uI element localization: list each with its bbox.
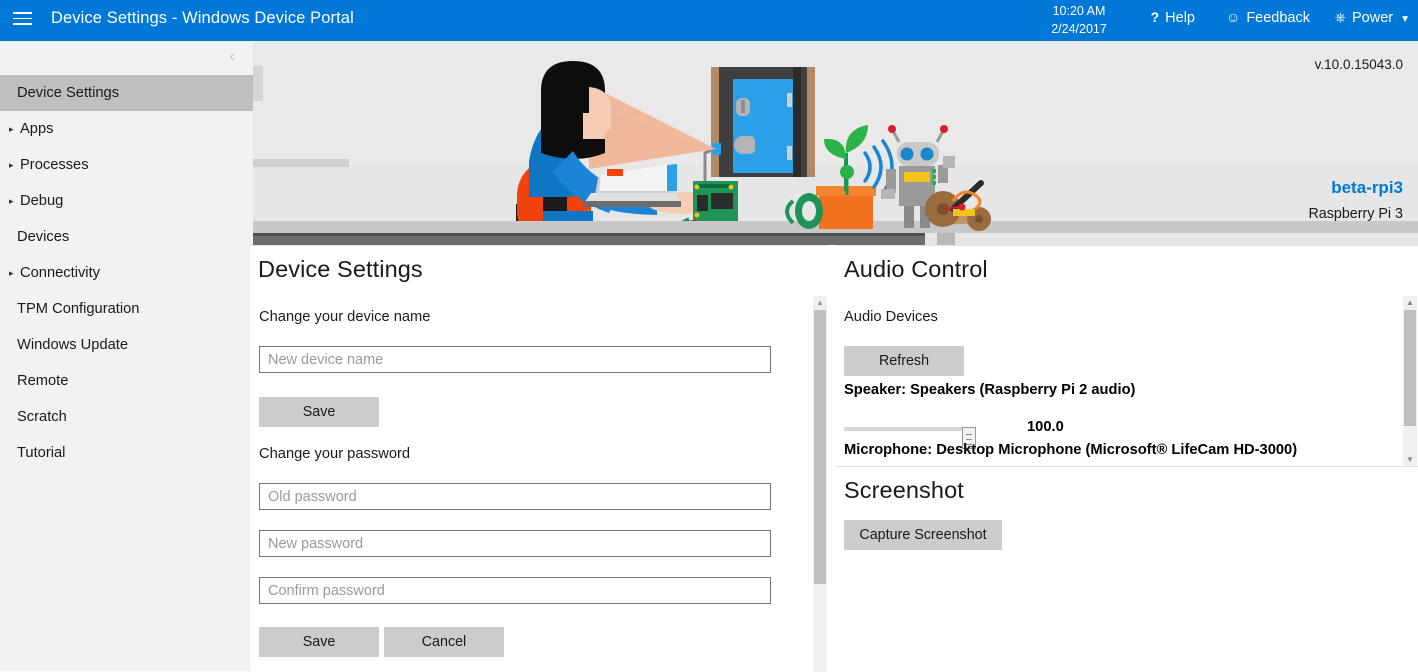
microphone-device-label: Microphone: Desktop Microphone (Microsof… <box>844 442 1298 458</box>
speaker-volume-row: 100.0 <box>844 418 1244 449</box>
expand-arrow-icon: ▸ <box>9 160 14 170</box>
audio-control-scrollbar[interactable]: ▲ ▼ <box>1403 296 1417 467</box>
volume-value: 100.0 <box>1027 419 1064 435</box>
sidebar-nav: Device Settings ▸ Apps ▸ Processes ▸ Debug Devi… <box>0 75 253 471</box>
sidebar-item-label: Scratch <box>17 409 67 425</box>
sidebar-item-connectivity[interactable]: ▸ Connectivity <box>0 255 253 291</box>
confirm-password-input[interactable] <box>259 577 771 604</box>
device-model: Raspberry Pi 3 <box>1308 206 1403 222</box>
sidebar-item-label: Remote <box>17 373 69 389</box>
clock-date: 2/24/2017 <box>1051 22 1107 36</box>
scrollbar-thumb[interactable] <box>814 310 826 584</box>
sidebar-item-tutorial[interactable]: Tutorial <box>0 435 253 471</box>
sidebar-item-tpm-configuration[interactable]: TPM Configuration <box>0 291 253 327</box>
screenshot-title: Screenshot <box>844 477 964 503</box>
device-settings-scrollbar[interactable]: ▲ <box>813 296 827 672</box>
sidebar-item-label: Device Settings <box>17 85 120 101</box>
os-version: v.10.0.15043.0 <box>1314 57 1403 72</box>
device-settings-panel: Device Settings Change your device name … <box>249 245 828 672</box>
app-header: Device Settings - Windows Device Portal … <box>0 0 1418 41</box>
device-name: beta-rpi3 <box>1331 178 1403 197</box>
sidebar-item-debug[interactable]: ▸ Debug <box>0 183 253 219</box>
feedback-button[interactable]: ☺ Feedback <box>1226 9 1310 26</box>
clock: 10:20 AM 2/24/2017 <box>1034 2 1124 38</box>
smiley-face-icon: ☺ <box>1226 9 1241 25</box>
sidebar-item-label: Debug <box>20 193 64 209</box>
save-password-button[interactable]: Save <box>259 627 379 657</box>
volume-slider[interactable] <box>844 427 976 449</box>
capture-screenshot-button[interactable]: Capture Screenshot <box>844 520 1002 550</box>
collapse-sidebar-icon[interactable]: ‹ <box>219 44 245 70</box>
cancel-password-button[interactable]: Cancel <box>384 627 504 657</box>
speaker-device-label: Speaker: Speakers (Raspberry Pi 2 audio) <box>844 382 1136 398</box>
audio-devices-label: Audio Devices <box>844 309 938 325</box>
expand-arrow-icon: ▸ <box>9 124 14 134</box>
sidebar-item-processes[interactable]: ▸ Processes <box>0 147 253 183</box>
scroll-up-icon[interactable]: ▲ <box>1403 296 1417 310</box>
save-device-name-button[interactable]: Save <box>259 397 379 427</box>
scroll-up-icon[interactable]: ▲ <box>813 296 827 310</box>
audio-control-title: Audio Control <box>844 256 988 282</box>
power-button[interactable]: ⎈ Power ▼ <box>1335 9 1410 26</box>
sidebar-item-label: Windows Update <box>17 337 129 353</box>
change-password-label: Change your password <box>259 446 411 462</box>
page-title: Device Settings - Windows Device Portal <box>51 9 354 27</box>
power-icon: ⎈ <box>1334 9 1346 25</box>
expand-arrow-icon: ▸ <box>9 196 14 206</box>
clock-time: 10:20 AM <box>1052 4 1106 18</box>
device-settings-title: Device Settings <box>258 256 423 282</box>
device-name-label: Change your device name <box>259 309 431 325</box>
chevron-down-icon: ▼ <box>1400 14 1410 25</box>
sidebar-item-label: Devices <box>17 229 70 245</box>
audio-control-panel: Audio Control Audio Devices Refresh Spea… <box>836 245 1418 467</box>
sidebar-item-label: Processes <box>20 157 89 173</box>
right-column: Audio Control Audio Devices Refresh Spea… <box>836 245 1418 671</box>
feedback-label: Feedback <box>1246 10 1310 26</box>
power-label: Power <box>1351 10 1394 26</box>
refresh-audio-devices-button[interactable]: Refresh <box>844 346 964 376</box>
sidebar-item-windows-update[interactable]: Windows Update <box>0 327 253 363</box>
expand-arrow-icon: ▸ <box>9 268 14 278</box>
sidebar: ‹ Device Settings ▸ Apps ▸ Processes ▸ Debug De… <box>0 41 253 671</box>
sidebar-item-scratch[interactable]: Scratch <box>0 399 253 435</box>
hamburger-icon[interactable] <box>13 12 33 28</box>
sidebar-item-label: Tutorial <box>17 445 66 461</box>
developer-at-desk-illustration <box>253 41 1418 245</box>
banner: v.10.0.15043.0 beta-rpi3 Raspberry Pi 3 <box>253 41 1418 245</box>
question-mark-icon: ? <box>1150 9 1160 25</box>
sidebar-item-apps[interactable]: ▸ Apps <box>0 111 253 147</box>
help-label: Help <box>1165 10 1195 26</box>
screenshot-panel: Screenshot Capture Screenshot <box>836 466 1418 671</box>
scrollbar-thumb[interactable] <box>1404 310 1416 426</box>
sidebar-item-device-settings[interactable]: Device Settings <box>0 75 253 111</box>
new-password-input[interactable] <box>259 530 771 557</box>
sidebar-item-label: Connectivity <box>20 265 100 281</box>
sidebar-item-label: TPM Configuration <box>17 301 140 317</box>
sidebar-item-devices[interactable]: Devices <box>0 219 253 255</box>
sidebar-item-label: Apps <box>20 121 54 137</box>
old-password-input[interactable] <box>259 483 771 510</box>
sidebar-item-remote[interactable]: Remote <box>0 363 253 399</box>
help-button[interactable]: ? Help <box>1151 9 1195 26</box>
device-name-input[interactable] <box>259 346 771 373</box>
scroll-down-icon[interactable]: ▼ <box>1403 453 1417 467</box>
